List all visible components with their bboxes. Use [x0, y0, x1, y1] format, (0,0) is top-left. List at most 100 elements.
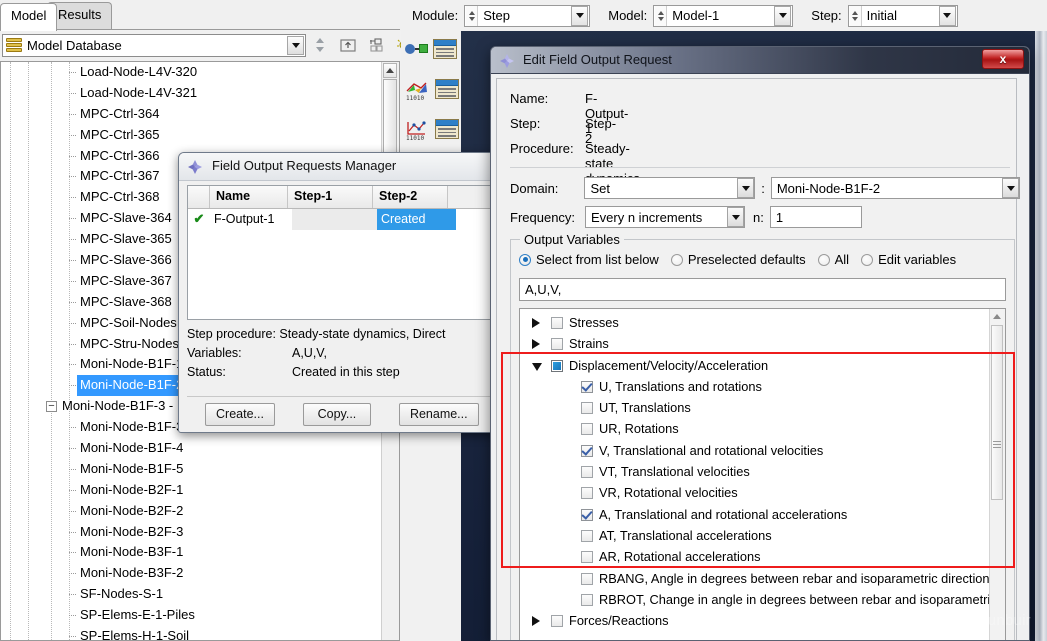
model-database-combo[interactable]: Model Database [2, 34, 306, 57]
variables-scroll-up-icon[interactable] [990, 310, 1004, 323]
checkbox-a[interactable] [581, 508, 593, 521]
tree-item-moni-node-b3f-2[interactable]: Moni-Node-B3F-2 [1, 563, 381, 584]
tree-item-moni-node-b2f-3[interactable]: Moni-Node-B2F-3 [1, 522, 381, 543]
create-boundary-condition-icon[interactable] [405, 40, 428, 58]
move-up-folder-icon[interactable] [338, 35, 358, 55]
variable-row-strains[interactable]: Strains [520, 333, 990, 354]
tab-model[interactable]: Model [0, 3, 58, 31]
domain-set-combo[interactable]: Moni-Node-B1F-2 [770, 177, 1020, 199]
domain-combo[interactable]: Set [584, 177, 756, 199]
copy-button[interactable]: Copy... [302, 403, 371, 426]
radio-select-from-list[interactable]: Select from list below [519, 252, 659, 267]
chevron-right-icon[interactable] [532, 339, 540, 350]
domain-dropdown-arrow-icon[interactable] [737, 178, 755, 198]
table-row[interactable]: ✔ F-Output-1 Created [188, 209, 490, 230]
variable-row-stresses[interactable]: Stresses [520, 312, 990, 333]
create-history-output-icon[interactable]: 11010 [405, 119, 429, 142]
checkbox-stresses[interactable] [551, 317, 563, 329]
step-combo[interactable]: Initial [847, 4, 958, 27]
variable-row-at[interactable]: AT, Translational accelerations [520, 525, 990, 546]
col-step1-header[interactable]: Step-1 [288, 186, 373, 208]
module-spinner-icon[interactable] [466, 5, 479, 26]
variable-row-u[interactable]: U, Translations and rotations [520, 376, 990, 397]
edit-dialog-title-bar[interactable]: Edit Field Output Request x [491, 47, 1029, 74]
checkbox-u[interactable] [581, 380, 593, 393]
col-step2-header[interactable]: Step-2 [373, 186, 448, 208]
row-step1-cell[interactable] [292, 209, 377, 230]
tree-item-mpc-ctrl-364[interactable]: MPC-Ctrl-364 [1, 104, 381, 125]
checkbox-strains[interactable] [551, 338, 563, 351]
variable-row-rbang[interactable]: RBANG, Angle in degrees between rebar an… [520, 568, 990, 589]
variable-row-a[interactable]: A, Translational and rotational accelera… [520, 504, 990, 525]
checkbox-vt[interactable] [581, 466, 593, 479]
tree-item-moni-node-b2f-1[interactable]: Moni-Node-B2F-1 [1, 480, 381, 501]
module-dropdown-arrow-icon[interactable] [571, 5, 589, 26]
output-variables-tree[interactable]: Stresses Strains Displacement/Velocity/Acc… [519, 308, 1006, 640]
variable-row-rbrot[interactable]: RBROT, Change in angle in degrees betwee… [520, 589, 997, 610]
tree-item-load-node-l4v-320[interactable]: Load-Node-L4V-320 [1, 62, 381, 83]
row-name-cell[interactable]: F-Output-1 [210, 209, 292, 230]
tree-item-moni-node-b2f-2[interactable]: Moni-Node-B2F-2 [1, 501, 381, 522]
variable-row-ut[interactable]: UT, Translations [520, 397, 990, 418]
field-output-requests-manager-dialog[interactable]: Field Output Requests Manager Name Step-… [178, 152, 498, 433]
filter-icon[interactable] [366, 35, 386, 55]
create-button[interactable]: Create... [205, 403, 275, 426]
variable-row-v[interactable]: V, Translational and rotational velociti… [520, 440, 990, 461]
checkbox-ur[interactable] [581, 423, 593, 436]
radio-all[interactable]: All [817, 252, 849, 267]
step-dropdown-arrow-icon[interactable] [938, 5, 956, 26]
tree-item-load-node-l4v-321[interactable]: Load-Node-L4V-321 [1, 83, 381, 104]
radio-edit-variables[interactable]: Edit variables [861, 252, 956, 267]
domain-set-dropdown-arrow-icon[interactable] [1002, 178, 1019, 198]
module-combo[interactable]: Step [464, 4, 591, 27]
updown-arrow-icon[interactable] [310, 35, 330, 55]
manager-title-bar[interactable]: Field Output Requests Manager [179, 153, 497, 181]
variable-row-ar[interactable]: AR, Rotational accelerations [520, 546, 990, 567]
tree-scroll-up-icon[interactable] [383, 63, 397, 78]
checkbox-rbrot[interactable] [581, 593, 593, 606]
tree-item-sp-elems-h-1-soil[interactable]: SP-Elems-H-1-Soil [1, 626, 381, 640]
variables-scroll-thumb[interactable] [991, 325, 1003, 500]
checkbox-ar[interactable] [581, 551, 593, 564]
create-field-output-icon[interactable]: 11010 [405, 79, 429, 102]
step-spinner-icon[interactable] [849, 5, 862, 26]
checkbox-v[interactable] [581, 444, 593, 457]
variables-scrollbar[interactable] [989, 309, 1005, 640]
variable-row-displacement-velocity-acceleration[interactable]: Displacement/Velocity/Acceleration [520, 355, 990, 376]
model-dropdown-arrow-icon[interactable] [774, 5, 792, 26]
chevron-right-icon[interactable] [532, 318, 540, 328]
n-input[interactable]: 1 [769, 206, 862, 228]
row-step2-cell[interactable]: Created [377, 209, 456, 230]
variables-text-field[interactable]: A,U,V, [519, 278, 1006, 301]
edit-field-output-request-dialog[interactable]: Edit Field Output Request x Name: F-Outp… [490, 46, 1030, 641]
tree-item-sf-nodes-s-1[interactable]: SF-Nodes-S-1 [1, 584, 381, 605]
bc-manager-icon[interactable] [433, 39, 457, 59]
checkbox-displacement-velocity-acceleration[interactable] [551, 359, 563, 372]
close-icon[interactable]: x [982, 49, 1024, 69]
checkbox-forces-reactions[interactable] [551, 615, 563, 628]
frequency-combo[interactable]: Every n increments [585, 206, 745, 228]
tree-item-mpc-ctrl-365[interactable]: MPC-Ctrl-365 [1, 125, 381, 146]
variable-row-ur[interactable]: UR, Rotations [520, 418, 990, 439]
dropdown-arrow-icon[interactable] [287, 36, 304, 55]
model-combo[interactable]: Model-1 [653, 4, 794, 27]
tree-item-moni-node-b1f-4[interactable]: Moni-Node-B1F-4 [1, 438, 381, 459]
row-active-check-icon[interactable]: ✔ [188, 209, 210, 230]
radio-preselected-defaults[interactable]: Preselected defaults [670, 252, 806, 267]
checkbox-rbang[interactable] [581, 572, 593, 585]
checkbox-vr[interactable] [581, 487, 593, 500]
col-name-header[interactable]: Name [210, 186, 288, 208]
chevron-right-icon[interactable] [532, 616, 540, 627]
variable-row-vt[interactable]: VT, Translational velocities [520, 461, 990, 482]
tree-item-sp-elems-e-1-piles[interactable]: SP-Elems-E-1-Piles [1, 605, 381, 626]
tree-item-moni-node-b3f-1[interactable]: Moni-Node-B3F-1 [1, 542, 381, 563]
manager-table[interactable]: Name Step-1 Step-2 ✔ F-Output-1 Created [187, 185, 491, 320]
tree-expander-icon[interactable]: − [46, 401, 57, 413]
history-output-manager-icon[interactable] [435, 119, 459, 139]
variable-row-vr[interactable]: VR, Rotational velocities [520, 482, 990, 503]
checkbox-ut[interactable] [581, 402, 593, 415]
chevron-down-icon[interactable] [532, 362, 542, 371]
rename-button[interactable]: Rename... [398, 403, 479, 426]
model-spinner-icon[interactable] [655, 5, 668, 26]
field-output-manager-icon[interactable] [435, 79, 459, 99]
